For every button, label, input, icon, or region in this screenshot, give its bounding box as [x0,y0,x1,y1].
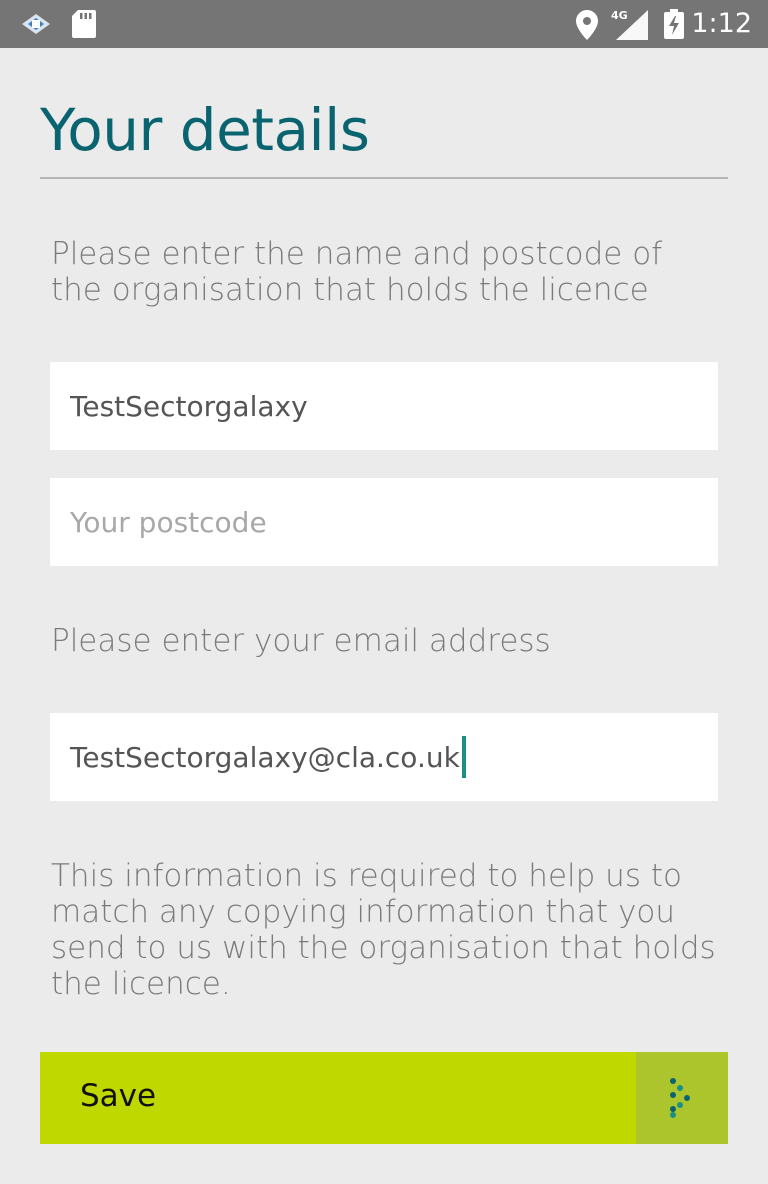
email-input[interactable]: TestSectorgalaxy@cla.co.uk [70,741,460,774]
sd-card-icon [72,10,96,42]
page-title: Your details [40,96,370,164]
status-bar: 4G 1:12 [0,0,768,48]
text-cursor [461,736,466,778]
info-text: This information is required to help us … [51,858,716,1002]
postcode-input[interactable] [70,505,698,539]
battery-charging-icon [664,9,684,43]
arrow-dots-icon [636,1052,728,1144]
organisation-name-field[interactable] [50,362,718,450]
cell-signal-icon [616,10,648,44]
email-instruction: Please enter your email address [51,623,551,659]
postcode-field[interactable] [50,478,718,566]
organisation-instruction: Please enter the name and postcode of th… [51,236,663,308]
title-divider [40,177,728,179]
organisation-name-input[interactable] [70,389,698,423]
location-icon [576,10,598,44]
app-notification-icon [18,10,54,42]
save-button-label: Save [80,1078,157,1114]
email-field[interactable]: TestSectorgalaxy@cla.co.uk [50,713,718,801]
status-time: 1:12 [691,8,752,39]
save-button[interactable]: Save [40,1052,728,1144]
